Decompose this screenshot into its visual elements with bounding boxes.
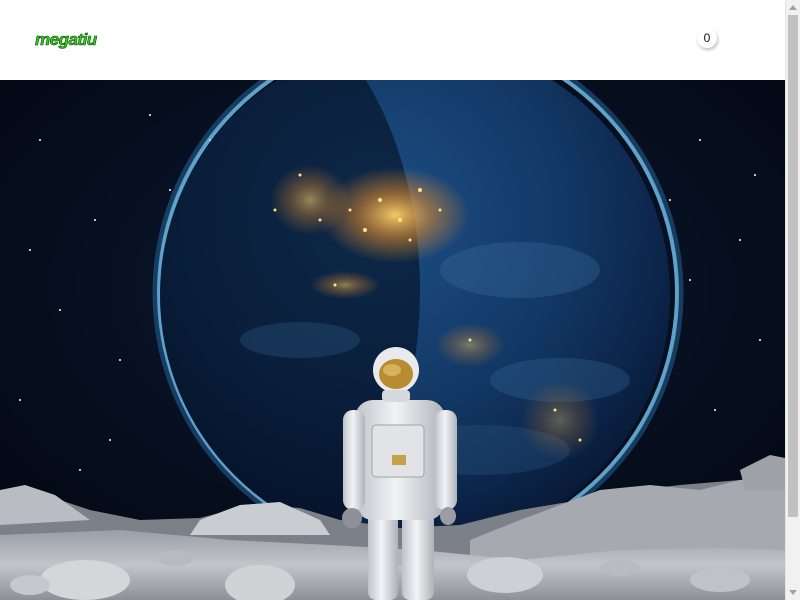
scroll-up-arrow-icon[interactable]	[789, 5, 797, 10]
site-header: megatiu 0	[0, 0, 785, 80]
vertical-scrollbar[interactable]	[785, 0, 800, 600]
logo-link[interactable]: megatiu	[0, 0, 130, 80]
cart-count-badge[interactable]: 0	[697, 28, 717, 48]
scroll-down-arrow-icon[interactable]	[789, 590, 797, 595]
logo-text: megatiu	[35, 30, 98, 49]
page: megatiu 0	[0, 0, 800, 600]
logo: megatiu	[35, 30, 99, 50]
hero-illustration	[0, 80, 785, 600]
hero-image	[0, 80, 785, 600]
scroll-thumb[interactable]	[788, 15, 798, 517]
